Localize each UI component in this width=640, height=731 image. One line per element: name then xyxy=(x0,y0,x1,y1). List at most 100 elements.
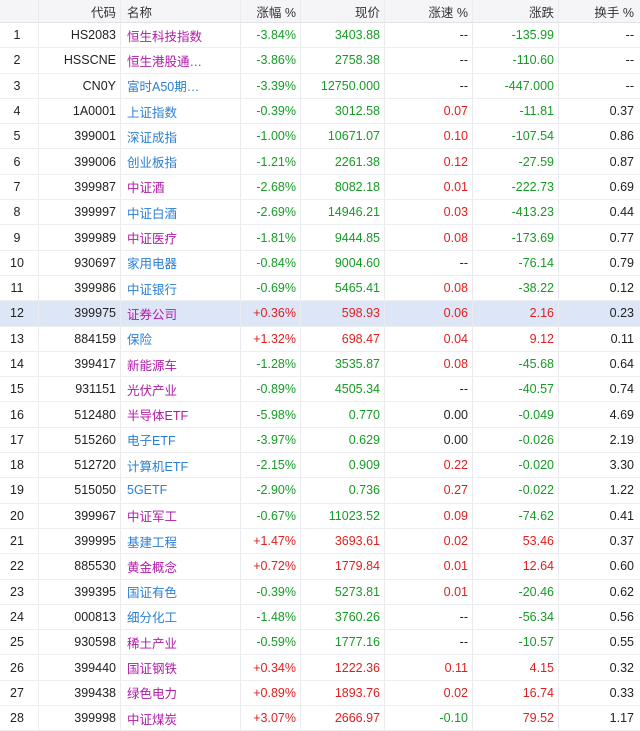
table-row[interactable]: 23 399395 国证有色 -0.39% 5273.81 0.01 -20.46 0.62 xyxy=(0,579,640,605)
table-row[interactable]: 15 931151 光伏产业 -0.89% 4505.34 -- -40.57 0.74 xyxy=(0,377,640,403)
row-index: 27 xyxy=(10,685,24,700)
row-code: 515260 xyxy=(38,427,120,453)
row-speed: -- xyxy=(384,604,472,630)
row-turnover: -- xyxy=(558,23,640,48)
table-row[interactable]: 27 399438 绿色电力 +0.89% 1893.76 0.02 16.74 0.33 xyxy=(0,680,640,707)
row-change-pct: -0.39% xyxy=(240,98,300,124)
row-name: 创业板指 xyxy=(120,149,240,174)
table-row[interactable]: 22 885530 黄金概念 +0.72% 1779.84 0.01 12.64 0.60 xyxy=(0,554,640,580)
row-index: 1 xyxy=(13,28,21,43)
table-row[interactable]: 5 399001 深证成指 -1.00% 10671.07 0.10 -107.54 0.86 xyxy=(0,124,640,150)
row-name: 国证钢铁 xyxy=(120,655,240,680)
row-change: -27.59 xyxy=(472,149,558,174)
row-price: 5273.81 xyxy=(300,579,384,604)
row-change-pct: -0.84% xyxy=(240,250,300,275)
table-row[interactable]: 17 515260 电子ETF -3.97% 0.629 0.00 -0.026 2.19 xyxy=(0,427,640,454)
row-turnover: 2.19 xyxy=(558,427,640,453)
table-row[interactable]: 9 399989 中证医疗 -1.81% 9444.85 0.08 -173.69 0.77 xyxy=(0,225,640,251)
table-row[interactable]: 2 HSSCNE 恒生港股通… -3.86% 2758.38 -- -110.60 -- xyxy=(0,48,640,74)
row-change: 9.12 xyxy=(472,326,558,351)
row-change: 79.52 xyxy=(472,706,558,731)
table-row[interactable]: 18 512720 计算机ETF -2.15% 0.909 0.22 -0.020 3.30 xyxy=(0,453,640,479)
row-change: 16.74 xyxy=(472,680,558,706)
table-row[interactable]: 14 399417 新能源车 -1.28% 3535.87 0.08 -45.68 0.64 xyxy=(0,351,640,378)
row-turnover: 0.23 xyxy=(558,301,640,326)
row-index: 25 xyxy=(10,635,24,650)
row-price: 3403.88 xyxy=(300,23,384,48)
header-turnover[interactable]: 换手 % xyxy=(558,0,640,22)
header-change-pct[interactable]: 涨幅 % xyxy=(240,0,300,22)
row-index: 2 xyxy=(13,53,21,68)
table-row[interactable]: 12 399975 证券公司 +0.36% 598.93 0.06 2.16 0.23 xyxy=(0,301,640,327)
row-name: 国证有色 xyxy=(120,579,240,604)
row-turnover: 0.41 xyxy=(558,503,640,528)
row-code: 399006 xyxy=(38,149,120,174)
row-price: 698.47 xyxy=(300,326,384,351)
header-price[interactable]: 现价 xyxy=(300,0,384,22)
row-change: -0.022 xyxy=(472,478,558,503)
table-row[interactable]: 20 399967 中证军工 -0.67% 11023.52 0.09 -74.62 0.41 xyxy=(0,503,640,529)
row-turnover: 0.60 xyxy=(558,554,640,579)
row-name: 恒生科技指数 xyxy=(120,23,240,48)
row-price: 2758.38 xyxy=(300,48,384,73)
row-turnover: -- xyxy=(558,48,640,73)
row-code: 399995 xyxy=(38,528,120,554)
row-turnover: 0.37 xyxy=(558,528,640,554)
row-change-pct: -2.68% xyxy=(240,174,300,200)
table-row[interactable]: 19 515050 5GETF -2.90% 0.736 0.27 -0.022 1.22 xyxy=(0,478,640,504)
table-row[interactable]: 3 CN0Y 富时A50期… -3.39% 12750.000 -- -447.000 -- xyxy=(0,73,640,99)
header-change[interactable]: 涨跌 xyxy=(472,0,558,22)
row-name: 细分化工 xyxy=(120,604,240,630)
table-row[interactable]: 25 930598 稀土产业 -0.59% 1777.16 -- -10.57 0.55 xyxy=(0,630,640,656)
quote-table-body: 1 HS2083 恒生科技指数 -3.84% 3403.88 -- -135.99 -- 2 HS… xyxy=(0,23,640,731)
table-row[interactable]: 6 399006 创业板指 -1.21% 2261.38 0.12 -27.59 0.87 xyxy=(0,149,640,175)
table-row[interactable]: 16 512480 半导体ETF -5.98% 0.770 0.00 -0.049 4.69 xyxy=(0,402,640,428)
table-row[interactable]: 11 399986 中证银行 -0.69% 5465.41 0.08 -38.22 0.12 xyxy=(0,275,640,302)
row-price: 0.629 xyxy=(300,427,384,453)
row-turnover: 0.74 xyxy=(558,377,640,402)
row-index: 20 xyxy=(10,508,24,523)
row-code: 884159 xyxy=(38,326,120,351)
row-name: 家用电器 xyxy=(120,250,240,275)
row-price: 5465.41 xyxy=(300,275,384,301)
header-name[interactable]: 名称 xyxy=(120,0,240,22)
table-row[interactable]: 13 884159 保险 +1.32% 698.47 0.04 9.12 0.11 xyxy=(0,326,640,352)
row-index: 13 xyxy=(10,331,24,346)
row-name: 中证酒 xyxy=(120,174,240,200)
row-change: -0.020 xyxy=(472,453,558,478)
row-index: 8 xyxy=(13,205,21,220)
row-price: 0.909 xyxy=(300,453,384,478)
header-speed[interactable]: 涨速 % xyxy=(384,0,472,22)
row-index: 6 xyxy=(13,154,21,169)
row-change: -107.54 xyxy=(472,124,558,149)
header-code[interactable]: 代码 xyxy=(38,0,120,22)
row-code: 399975 xyxy=(38,301,120,326)
row-name: 5GETF xyxy=(120,478,240,503)
row-price: 3693.61 xyxy=(300,528,384,554)
row-change-pct: -3.84% xyxy=(240,23,300,48)
table-row[interactable]: 21 399995 基建工程 +1.47% 3693.61 0.02 53.46 0.37 xyxy=(0,528,640,555)
table-row[interactable]: 7 399987 中证酒 -2.68% 8082.18 0.01 -222.73 0.69 xyxy=(0,174,640,201)
row-price: 14946.21 xyxy=(300,200,384,225)
row-index: 22 xyxy=(10,559,24,574)
row-name: 富时A50期… xyxy=(120,73,240,98)
row-turnover: 0.32 xyxy=(558,655,640,680)
row-index: 15 xyxy=(10,382,24,397)
row-index: 12 xyxy=(10,306,24,321)
row-code: 931151 xyxy=(38,377,120,402)
table-row[interactable]: 1 HS2083 恒生科技指数 -3.84% 3403.88 -- -135.99 -- xyxy=(0,23,640,49)
row-turnover: 0.79 xyxy=(558,250,640,275)
row-turnover: 0.56 xyxy=(558,604,640,630)
table-row[interactable]: 8 399997 中证白酒 -2.69% 14946.21 0.03 -413.23 0.44 xyxy=(0,200,640,226)
row-turnover: 0.87 xyxy=(558,149,640,174)
table-row[interactable]: 4 1A0001 上证指数 -0.39% 3012.58 0.07 -11.81 0.37 xyxy=(0,98,640,125)
table-row[interactable]: 24 000813 细分化工 -1.48% 3760.26 -- -56.34 0.56 xyxy=(0,604,640,631)
row-code: 399417 xyxy=(38,351,120,377)
table-row[interactable]: 10 930697 家用电器 -0.84% 9004.60 -- -76.14 0.79 xyxy=(0,250,640,276)
row-price: 4505.34 xyxy=(300,377,384,402)
row-turnover: 1.17 xyxy=(558,706,640,731)
row-change-pct: -1.28% xyxy=(240,351,300,377)
table-row[interactable]: 26 399440 国证钢铁 +0.34% 1222.36 0.11 4.15 0.32 xyxy=(0,655,640,681)
table-row[interactable]: 28 399998 中证煤炭 +3.07% 2666.97 -0.10 79.52 1.17 xyxy=(0,706,640,731)
row-change-pct: -0.39% xyxy=(240,579,300,604)
